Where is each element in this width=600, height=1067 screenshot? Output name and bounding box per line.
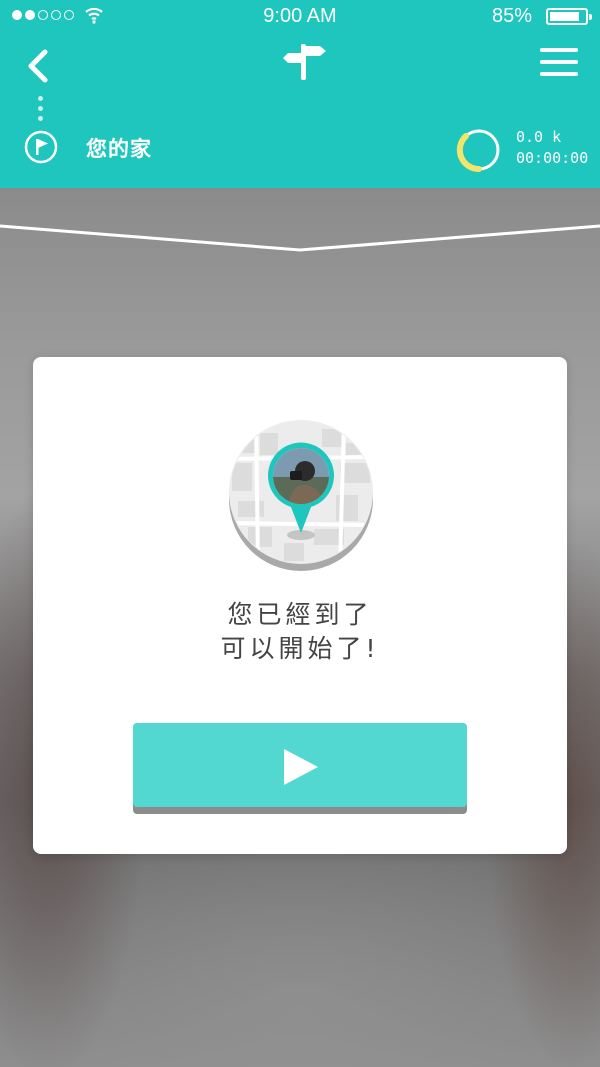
distance-value: 0.0 k: [516, 128, 562, 146]
duration-value: 00:00:00: [516, 149, 589, 167]
destination-label: 您的家: [86, 137, 152, 161]
menu-bar: [540, 48, 578, 52]
arrival-message-line1: 您已經到了: [227, 600, 373, 629]
menu-bar: [540, 72, 578, 76]
map-avatar-icon: [229, 420, 373, 571]
arrival-message-line2: 可以開始了!: [220, 634, 380, 663]
progress-ring-icon: [456, 129, 500, 173]
app-header: 9:00 AM 85% 您的家 0.0 k 00:00:00: [0, 0, 600, 188]
flag-icon: [24, 130, 58, 164]
divider-chevron-line: [0, 224, 600, 252]
back-button[interactable]: [20, 46, 60, 86]
battery-fill: [550, 12, 579, 21]
battery-percent: 85%: [491, 5, 532, 27]
status-bar: 9:00 AM 85%: [0, 0, 600, 32]
menu-bar: [540, 60, 578, 64]
battery-icon: [546, 8, 592, 25]
route-dots: [38, 96, 44, 126]
play-button[interactable]: [133, 723, 467, 807]
signpost-icon: [283, 44, 326, 80]
play-icon: [284, 749, 318, 785]
arrival-card: 您已經到了 可以開始了!: [33, 357, 567, 854]
menu-button[interactable]: [540, 48, 578, 80]
